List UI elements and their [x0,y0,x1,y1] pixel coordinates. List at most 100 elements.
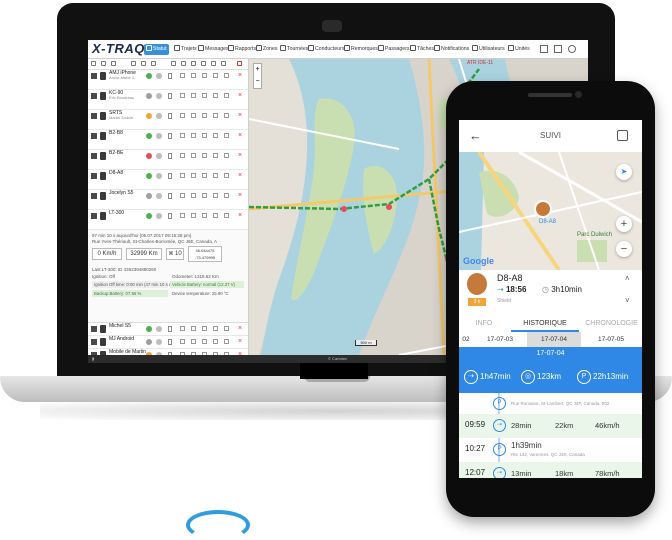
speed-icon[interactable] [180,339,185,344]
speed-icon[interactable] [180,133,185,138]
remove-icon[interactable]: × [238,336,242,347]
stop-entry[interactable]: 10:27 P 1h39min Rte 132, Varennes, QC J3… [459,438,642,462]
remove-icon[interactable]: × [238,70,242,81]
remove-icon[interactable] [237,61,242,66]
remove-icon[interactable]: × [238,150,242,161]
trip-entry[interactable]: 09:59 ⇢ 28min 22km 46km/h [459,414,642,438]
unit-checkbox[interactable] [91,113,97,119]
zoom-in-icon[interactable]: + [616,216,632,232]
vehicle-marker[interactable] [534,200,552,218]
command-icon[interactable] [213,73,218,78]
zoom-out-icon[interactable]: − [254,76,261,88]
tab-zones[interactable]: Zones [254,44,279,55]
command-icon[interactable] [213,113,218,118]
command-icon[interactable] [213,213,218,218]
tab-historique[interactable]: HISTORIQUE [511,315,579,332]
remove-icon[interactable]: × [238,130,242,141]
locate-icon[interactable] [191,153,196,158]
locate-icon[interactable] [191,326,196,331]
stop-entry[interactable]: P Rue Romaine, St-Lambert, QC J4P, Canad… [459,394,642,414]
tab-statut[interactable]: Statut [144,44,169,55]
track-icon[interactable] [202,93,207,98]
edit-icon[interactable] [221,61,226,66]
date-item[interactable]: 17-07-03 [475,332,525,347]
tab-passagers[interactable]: Passagers [376,44,412,55]
unit-checkbox[interactable] [91,133,97,139]
speed-icon[interactable] [180,113,185,118]
chevron-down-icon[interactable]: ˅ [625,296,630,305]
remove-icon[interactable]: × [238,190,242,201]
unit-row[interactable]: MJ Android × [88,336,248,349]
unit-checkbox[interactable] [91,173,97,179]
remove-icon[interactable]: × [238,170,242,181]
track-icon[interactable] [202,213,207,218]
tab-utilisateurs[interactable]: Utilisateurs [470,44,507,55]
unit-row[interactable]: B2-BE × [88,150,248,170]
zoom-in-icon[interactable]: + [254,64,261,76]
remove-icon[interactable]: × [238,210,242,221]
date-item[interactable]: 17-07-05 [583,332,639,347]
speed-icon[interactable] [180,173,185,178]
map-toggle-icon[interactable] [617,130,628,141]
unit-row[interactable]: LT-300 × [88,210,248,230]
tab-unites[interactable]: Unités [506,44,532,55]
locate-icon[interactable] [181,61,186,66]
unit-row[interactable]: D8-A8 × [88,170,248,190]
command-icon[interactable] [213,193,218,198]
locate-icon[interactable] [191,73,196,78]
locate-icon[interactable] [191,113,196,118]
unit-checkbox[interactable] [91,213,97,219]
remove-icon[interactable]: × [238,90,242,101]
unit-row[interactable]: SRTS Martin Jodoin × [88,110,248,130]
mobile-map[interactable]: D8-A8 Parc Dulwich Google ➤ + − [459,152,642,270]
track-icon[interactable] [202,326,207,331]
locate-icon[interactable] [191,173,196,178]
chevron-up-icon[interactable]: ˄ [625,274,630,283]
speed-icon[interactable] [180,153,185,158]
layout-icon[interactable] [540,45,548,53]
unit-checkbox[interactable] [91,73,97,79]
locate-me-icon[interactable]: ➤ [616,164,632,180]
tab-chronologie[interactable]: CHRONOLOGIE [581,315,642,332]
info-icon[interactable] [224,113,229,118]
speed-icon[interactable] [180,213,185,218]
track-icon[interactable] [202,173,207,178]
locate-icon[interactable] [191,193,196,198]
speed-icon[interactable] [180,193,185,198]
speed-icon[interactable] [180,93,185,98]
info-icon[interactable] [224,73,229,78]
info-icon[interactable] [224,193,229,198]
info-icon[interactable] [224,153,229,158]
track-icon[interactable] [191,61,196,66]
locate-icon[interactable] [191,339,196,344]
command-icon[interactable] [213,153,218,158]
sort-icon[interactable] [111,61,116,66]
track-icon[interactable] [202,339,207,344]
track-icon[interactable] [202,73,207,78]
tab-trajets[interactable]: Trajets [172,44,199,55]
unit-checkbox[interactable] [91,326,97,332]
trip-entry[interactable]: 12:07 ⇢ 13min 18km 78km/h [459,462,642,478]
info-icon[interactable] [224,339,229,344]
filter-icon[interactable] [101,61,106,66]
select-all-checkbox[interactable] [91,61,96,66]
command-icon[interactable] [213,339,218,344]
unit-checkbox[interactable] [91,193,97,199]
battery-icon[interactable] [151,61,156,66]
track-icon[interactable] [202,153,207,158]
command-icon[interactable] [213,93,218,98]
ignition-icon[interactable] [141,61,146,66]
info-icon[interactable] [224,93,229,98]
date-item[interactable]: 02 [459,332,473,347]
speed-icon[interactable] [180,73,185,78]
info-icon[interactable] [224,326,229,331]
command-icon[interactable] [201,61,206,66]
command-icon[interactable] [213,326,218,331]
tab-remorques[interactable]: Remorques [342,44,380,55]
locate-icon[interactable] [191,93,196,98]
locate-icon[interactable] [191,133,196,138]
zoom-control[interactable]: + − [253,63,262,89]
track-icon[interactable] [202,193,207,198]
vehicle-card[interactable]: 3 h D8-A8 ⇢ 18:56 ◷ 3h10min Shield ˄ ˅ [459,270,642,315]
remove-icon[interactable]: × [238,323,242,334]
